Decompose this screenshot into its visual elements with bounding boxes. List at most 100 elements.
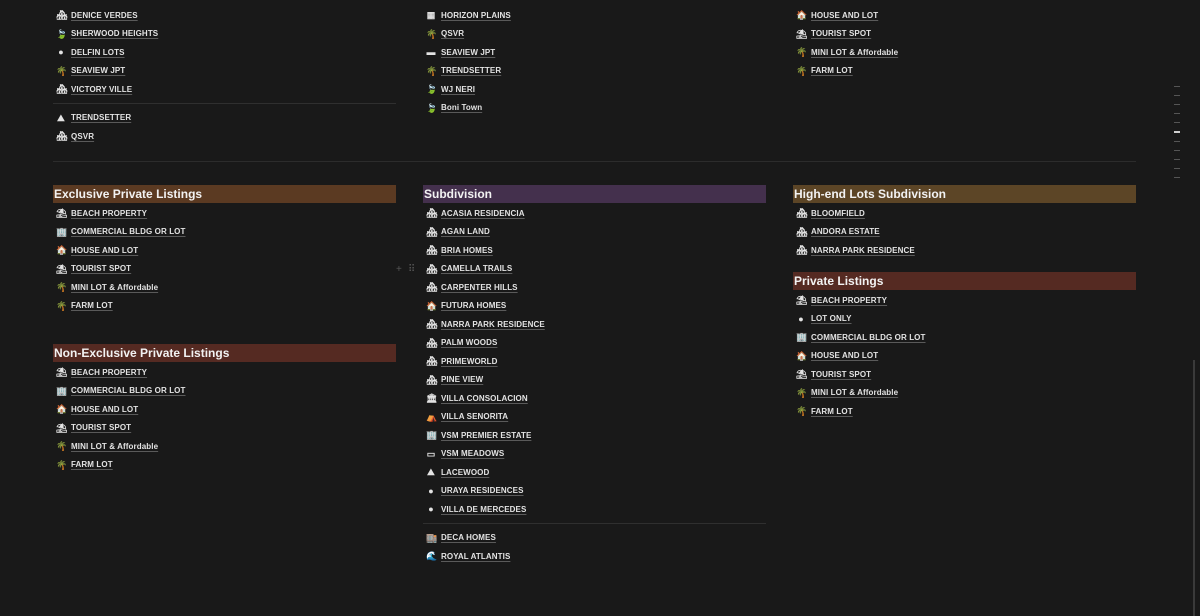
- list-item[interactable]: 🏢 COMMERCIAL BLDG OR LOT: [53, 382, 396, 401]
- leaf-icon: 🍃: [426, 102, 438, 113]
- globe-icon: ●: [798, 313, 804, 324]
- palm-icon: 🌴: [426, 28, 438, 39]
- vertical-scrollbar[interactable]: [1193, 360, 1195, 616]
- top-column-1: 🏘 DENICE VERDES 🍃 SHERWOOD HEIGHTS ● DELFIN L…: [53, 6, 396, 146]
- list-item[interactable]: 🍃 WJ NERI: [423, 80, 766, 99]
- list-item[interactable]: ⛱ TOURIST SPOT: [793, 365, 1136, 384]
- divider: [53, 102, 396, 104]
- list-item[interactable]: 🏘 BLOOMFIELD: [793, 204, 1136, 223]
- list-item-label: PRIMEWORLD: [441, 356, 498, 366]
- list-item[interactable]: 🌴 MINI LOT & Affordable: [793, 384, 1136, 403]
- list-item[interactable]: 🏠 FUTURA HOMES: [423, 297, 766, 316]
- list-item[interactable]: 🏘 NARRA PARK RESIDENCE: [793, 241, 1136, 260]
- list-item[interactable]: ⛱ TOURIST SPOT: [53, 260, 396, 279]
- outline-minimap[interactable]: [1174, 86, 1182, 186]
- nonexclusive-section: Non-Exclusive Private Listings ⛱ BEACH PR…: [53, 344, 396, 474]
- umbrella-icon: ⛱: [796, 295, 808, 306]
- palm-icon: 🌴: [56, 282, 68, 293]
- list-item-label: QSVR: [441, 29, 465, 39]
- list-item[interactable]: 🌴 MINI LOT & Affordable: [53, 437, 396, 456]
- list-item[interactable]: 🏘 PALM WOODS: [423, 334, 766, 353]
- list-item[interactable]: 🏘 QSVR: [53, 127, 396, 146]
- list-item[interactable]: 🏘 VICTORY VILLE: [53, 80, 396, 99]
- list-item[interactable]: 🏘 NARRA PARK RESIDENCE: [423, 315, 766, 334]
- list-item[interactable]: 🌴 FARM LOT: [793, 62, 1136, 81]
- drag-handle-icon[interactable]: ⠿: [408, 264, 415, 275]
- umbrella-icon: ⛱: [56, 367, 68, 378]
- nonexclusive-list: ⛱ BEACH PROPERTY 🏢 COMMERCIAL BLDG OR LOT 🏠 H…: [53, 363, 396, 474]
- palm-icon: 🌴: [56, 459, 68, 470]
- list-item[interactable]: ⛱ BEACH PROPERTY: [53, 204, 396, 223]
- list-item[interactable]: 🏘 CAMELLA TRAILS: [423, 260, 766, 279]
- list-item-label: SHERWOOD HEIGHTS: [71, 29, 159, 39]
- list-item[interactable]: 🏘 ANDORA ESTATE: [793, 223, 1136, 242]
- list-item[interactable]: 🌴 FARM LOT: [53, 297, 396, 316]
- leaf-icon: 🍃: [426, 84, 438, 95]
- list-item[interactable]: ▦ HORIZON PLAINS: [423, 6, 766, 25]
- list-item[interactable]: 🏘 AGAN LAND: [423, 223, 766, 242]
- exclusive-heading: Exclusive Private Listings: [53, 185, 396, 203]
- list-item-label: WJ NERI: [441, 84, 476, 94]
- beach-icon: ⛱: [796, 369, 808, 380]
- palm-icon: 🌴: [796, 406, 808, 417]
- list-item[interactable]: ● LOT ONLY: [793, 310, 1136, 329]
- house-icon: 🏘: [426, 263, 438, 274]
- list-item[interactable]: ⛰ LACEWOOD: [423, 463, 766, 482]
- list-item[interactable]: 🏠 HOUSE AND LOT: [53, 241, 396, 260]
- list-item[interactable]: 🌴 FARM LOT: [793, 402, 1136, 421]
- list-item[interactable]: 🌴 MINI LOT & Affordable: [53, 278, 396, 297]
- list-item[interactable]: ▬ SEAVIEW JPT: [423, 43, 766, 62]
- palm-icon: 🌴: [426, 65, 438, 76]
- list-item[interactable]: 🏬 DECA HOMES: [423, 529, 766, 548]
- list-item-label: HOUSE AND LOT: [71, 245, 139, 255]
- office-icon: 🏢: [796, 332, 808, 343]
- list-item-label: VICTORY VILLE: [71, 84, 133, 94]
- list-item[interactable]: 🏢 COMMERCIAL BLDG OR LOT: [53, 223, 396, 242]
- list-item[interactable]: ⛱ BEACH PROPERTY: [793, 291, 1136, 310]
- list-item[interactable]: ▭ VSM MEADOWS: [423, 445, 766, 464]
- list-item[interactable]: 🏠 HOUSE AND LOT: [793, 6, 1136, 25]
- house-icon: 🏠: [56, 404, 68, 415]
- list-item[interactable]: ● DELFIN LOTS: [53, 43, 396, 62]
- list-item[interactable]: 🍃 Boni Town: [423, 99, 766, 118]
- subdivision-list: 🏘 ACASIA RESIDENCIA 🏘 AGAN LAND 🏘 BRIA HOMES 🏘…: [423, 204, 766, 519]
- palm-icon: 🌴: [56, 441, 68, 452]
- list-item[interactable]: 🏘 PINE VIEW: [423, 371, 766, 390]
- list-item[interactable]: 🏢 COMMERCIAL BLDG OR LOT: [793, 328, 1136, 347]
- list-item[interactable]: 🌴 MINI LOT & Affordable: [793, 43, 1136, 62]
- list-item[interactable]: ⛺ VILLA SENORITA: [423, 408, 766, 427]
- list-item-label: NARRA PARK RESIDENCE: [441, 319, 545, 329]
- list-item[interactable]: 🏘 PRIMEWORLD: [423, 352, 766, 371]
- list-item[interactable]: 🌊 ROYAL ATLANTIS: [423, 547, 766, 566]
- list-item[interactable]: 🌴 QSVR: [423, 25, 766, 44]
- subdivision-list-after: 🏬 DECA HOMES 🌊 ROYAL ATLANTIS: [423, 529, 766, 566]
- list-item[interactable]: ⛱ TOURIST SPOT: [53, 419, 396, 438]
- list-item[interactable]: 🏛 VILLA CONSOLACION: [423, 389, 766, 408]
- top-col1-list: 🏘 DENICE VERDES 🍃 SHERWOOD HEIGHTS ● DELFIN L…: [53, 6, 396, 99]
- list-item[interactable]: 🌴 TRENDSETTER: [423, 62, 766, 81]
- list-item-label: SEAVIEW JPT: [71, 66, 126, 76]
- book-icon: ▭: [426, 448, 436, 459]
- add-block-icon[interactable]: +: [396, 264, 402, 275]
- list-item[interactable]: 🏠 HOUSE AND LOT: [793, 347, 1136, 366]
- list-item-label: TOURIST SPOT: [71, 264, 132, 274]
- list-item[interactable]: ⛰ TRENDSETTER: [53, 109, 396, 128]
- list-item[interactable]: 🏘 DENICE VERDES: [53, 6, 396, 25]
- list-item[interactable]: 🏢 VSM PREMIER ESTATE: [423, 426, 766, 445]
- list-item[interactable]: ⛱ TOURIST SPOT: [793, 25, 1136, 44]
- list-item-label: TRENDSETTER: [441, 66, 502, 76]
- list-item[interactable]: 🏠 HOUSE AND LOT: [53, 400, 396, 419]
- list-item-label: FARM LOT: [71, 460, 113, 470]
- list-item[interactable]: 🏘 BRIA HOMES: [423, 241, 766, 260]
- list-item[interactable]: 🏘 ACASIA RESIDENCIA: [423, 204, 766, 223]
- list-item-label: TOURIST SPOT: [811, 29, 872, 39]
- list-item[interactable]: 🌴 SEAVIEW JPT: [53, 62, 396, 81]
- divider: [423, 522, 766, 524]
- list-item[interactable]: 🌴 FARM LOT: [53, 456, 396, 475]
- globe-icon: ●: [428, 504, 434, 515]
- list-item[interactable]: 🍃 SHERWOOD HEIGHTS: [53, 25, 396, 44]
- list-item[interactable]: ● VILLA DE MERCEDES: [423, 500, 766, 519]
- list-item[interactable]: 🏘 CARPENTER HILLS: [423, 278, 766, 297]
- list-item[interactable]: ● URAYA RESIDENCES: [423, 482, 766, 501]
- list-item[interactable]: ⛱ BEACH PROPERTY: [53, 363, 396, 382]
